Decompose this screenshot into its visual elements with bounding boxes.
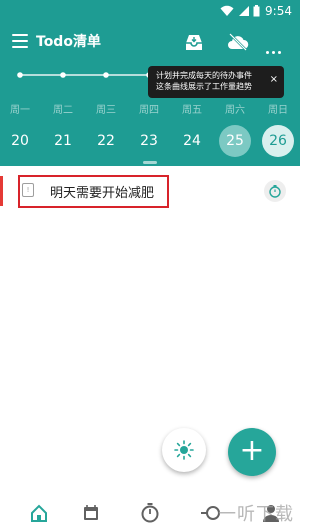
focus-timer-icon	[141, 503, 159, 523]
inbox-button[interactable]	[182, 30, 206, 54]
timer-icon	[269, 185, 281, 198]
toolbar: Todo清单	[0, 28, 300, 58]
battery-icon	[253, 5, 260, 17]
trend-point	[103, 72, 109, 78]
theme-button[interactable]	[162, 428, 206, 472]
weekday-label: 周六	[225, 105, 245, 116]
tooltip-line: 这条曲线展示了工作量趋势	[156, 82, 252, 91]
date-cell[interactable]: 21	[47, 125, 79, 157]
date-row: 20 21 22 23 24 25 26	[0, 125, 300, 157]
more-icon[interactable]	[266, 39, 284, 58]
date-cell[interactable]: 24	[176, 125, 208, 157]
weekday-label: 周五	[182, 105, 202, 116]
nav-focus[interactable]	[135, 498, 165, 528]
status-bar: 9:54	[0, 0, 300, 24]
calendar-icon	[84, 505, 98, 520]
drag-handle[interactable]	[143, 161, 157, 164]
sync-off-button[interactable]	[226, 30, 250, 54]
todo-title: 明天需要开始减肥	[50, 186, 155, 201]
weekday-label: 周三	[96, 105, 116, 116]
weekday-label: 周四	[139, 105, 159, 116]
timer-button[interactable]	[264, 180, 286, 202]
trend-point	[17, 72, 23, 78]
weekday-label: 周一	[10, 105, 30, 116]
signal-icon	[239, 6, 249, 16]
date-cell-today[interactable]: 26	[262, 125, 294, 157]
menu-icon[interactable]	[12, 34, 28, 48]
trend-tooltip: 计划并完成每天的待办事件 这条曲线展示了工作量趋势 ×	[148, 66, 284, 98]
nav-calendar[interactable]	[76, 498, 106, 528]
home-icon	[31, 504, 47, 522]
site-watermark: 一听下载	[196, 492, 300, 532]
date-cell[interactable]: 22	[90, 125, 122, 157]
inbox-icon	[186, 35, 202, 50]
todo-item[interactable]: ! 明天需要开始减肥	[0, 172, 300, 210]
weekday-label: 周二	[53, 105, 73, 116]
status-time: 9:54	[265, 4, 292, 18]
priority-bar	[0, 176, 3, 206]
close-icon[interactable]: ×	[270, 74, 278, 85]
nav-home[interactable]	[24, 498, 54, 528]
weekday-row: 周一 周二 周三 周四 周五 周六 周日	[0, 101, 300, 116]
add-todo-button[interactable]: +	[228, 428, 276, 476]
app-title: Todo清单	[36, 34, 101, 50]
weekday-label: 周日	[268, 105, 288, 116]
date-cell[interactable]: 23	[133, 125, 165, 157]
cloud-off-icon	[228, 33, 249, 51]
date-cell-selected[interactable]: 25	[219, 125, 251, 157]
todo-checkbox[interactable]: !	[22, 183, 34, 197]
sun-icon	[174, 440, 194, 460]
date-cell[interactable]: 20	[4, 125, 36, 157]
watermark-text: 一听下载	[218, 504, 294, 525]
tooltip-line: 计划并完成每天的待办事件	[156, 71, 252, 80]
trend-point	[60, 72, 66, 78]
wifi-icon	[220, 5, 234, 16]
